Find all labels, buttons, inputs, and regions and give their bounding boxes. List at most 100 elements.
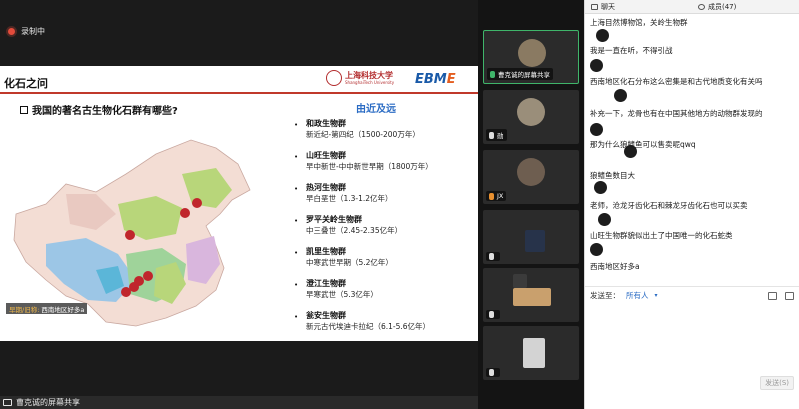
presentation-slide: 化石之问 上海科技大学 ShanghaiTech University EBME… [0,66,478,341]
participant-name: 曹克诚的屏幕共享 [498,71,550,79]
biota-name: 澄江生物群 [306,279,346,288]
biota-item: • 凯里生物群 中寒武世早期（5.2亿年） [294,244,474,276]
chevron-down-icon: ▾ [654,292,658,299]
bullet-icon: • [294,153,299,161]
fossil-site-marker [180,208,190,218]
slide-question: 我国的著名古生物化石群有哪些? [20,102,178,117]
redacted-avatar [590,123,603,136]
biota-age: 新元古代埃迪卡拉纪（6.1-5.6亿年） [306,322,431,331]
chat-message: 上海目然博物馆，关岭生物群 [590,18,688,27]
meeting-window: 录制中 化石之问 上海科技大学 ShanghaiTech University … [0,0,799,409]
participant-video [513,274,527,288]
biota-name: 罗平关岭生物群 [306,215,362,224]
redacted-avatar [596,29,609,42]
ebme-logo: EBME [415,72,456,87]
send-to-dropdown[interactable]: 所有人 [626,290,649,301]
recording-indicator[interactable]: 录制中 [8,26,45,37]
participant-label: JX [486,191,507,201]
ebme-logo-main: EBM [415,72,447,87]
chat-message: 补充一下，龙骨也有在中国其他地方的动物群发现的 [590,109,763,118]
shared-screen: 录制中 化石之问 上海科技大学 ShanghaiTech University … [0,0,478,409]
university-sub: ShanghaiTech University [345,80,395,85]
biota-item: • 瓮安生物群 新元古代埃迪卡拉纪（6.1-5.6亿年） [294,308,474,340]
chat-message: 山旺生物群貌似出土了中国唯一的化石蛇类 [590,231,733,240]
mic-muted-icon [489,131,494,139]
biota-name: 热河生物群 [306,183,346,192]
participant-label [486,310,500,319]
share-footer-label: 曹克诚的屏幕共享 [16,398,80,407]
redacted-avatar [590,243,603,256]
send-to-bar: 发送至： 所有人 ▾ [585,286,799,304]
participant-video [513,288,551,306]
participant-label [486,252,500,261]
biota-age: 中三叠世（2.45-2.35亿年） [306,226,403,235]
fossil-site-marker [125,230,135,240]
participant-avatar [517,98,545,126]
caption-text: 西南地区好多a [41,305,85,314]
chat-tabs: 聊天 成员(47) [585,0,799,14]
biota-age: 中寒武世早期（5.2亿年） [306,258,393,267]
biota-item: • 罗平关岭生物群 中三叠世（2.45-2.35亿年） [294,212,474,244]
participant-tile[interactable] [483,210,579,264]
fossil-site-marker [143,271,153,281]
biota-age: 早白垩世（1.3-1.2亿年） [306,194,393,203]
bullet-icon: • [294,121,299,129]
participant-label [486,368,500,377]
biota-name: 山旺生物群 [306,151,346,160]
biota-item: • 澄江生物群 早寒武世（5.3亿年） [294,276,474,308]
redacted-avatar [614,89,627,102]
recording-label: 录制中 [21,27,45,36]
participant-tile[interactable]: JX [483,150,579,204]
redacted-avatar [598,213,611,226]
chat-input[interactable]: 发送(S) [585,304,799,392]
question-text: 我国的著名古生物化石群有哪些? [32,106,178,117]
people-icon [698,3,705,10]
participant-avatar [518,39,546,67]
chat-message: 狼鳍鱼数目大 [590,171,635,180]
checkbox-bullet-icon [20,105,28,114]
bullet-icon: • [294,185,299,193]
participant-column: 曹克诚的屏幕共享 勋 JX [478,0,584,409]
biota-item: • 和政生物群 新近纪-第四纪（1500-200万年） [294,116,474,148]
biota-name: 瓮安生物群 [306,311,346,320]
mic-muted-icon [489,253,494,260]
redacted-avatar [594,181,607,194]
ebme-logo-accent: E [446,72,456,87]
biota-age: 新近纪-第四纪（1500-200万年） [306,130,420,139]
bullet-icon: • [294,281,299,289]
participant-name: JX [497,192,504,200]
biota-name: 和政生物群 [306,119,346,128]
biota-list: • 和政生物群 新近纪-第四纪（1500-200万年） • 山旺生物群 早中新世… [294,116,474,340]
participant-tile[interactable]: 勋 [483,90,579,144]
biota-item: • 热河生物群 早白垩世（1.3-1.2亿年） [294,180,474,212]
tab-chat[interactable]: 聊天 [585,2,692,12]
chat-panel: 聊天 成员(47) 上海目然博物馆，关岭生物群 我是一直在听，不得引战 西南地区… [584,0,799,409]
mic-muted-icon [489,311,494,318]
screenshot-icon[interactable] [785,292,794,300]
send-button[interactable]: 发送(S) [760,376,794,390]
bullet-icon: • [294,217,299,225]
chat-message: 我是一直在听，不得引战 [590,46,673,55]
participant-avatar [517,158,545,186]
participant-tile[interactable] [483,326,579,380]
tab-members-label: 成员(47) [708,2,737,11]
participant-name: 勋 [497,132,504,140]
order-label: 由近及远 [356,104,396,115]
participant-tile[interactable]: 曹克诚的屏幕共享 [483,30,579,84]
university-name: 上海科技大学 [345,71,393,80]
participant-label: 曹克诚的屏幕共享 [487,68,553,80]
biota-age: 早中新世-中中新世早期（1800万年） [306,162,433,171]
record-dot-icon [8,28,15,35]
file-icon[interactable] [768,292,777,300]
biota-name: 凯里生物群 [306,247,346,256]
university-seal-icon [326,70,342,86]
share-footer: 曹克诚的屏幕共享 [0,396,478,409]
bullet-icon: • [294,249,299,257]
caption-tag: 早期/旧称: [9,305,40,314]
slide-title: 化石之问 [4,77,48,90]
tab-members[interactable]: 成员(47) [692,2,799,12]
mic-icon [490,70,495,78]
slide-caption: 早期/旧称: 西南地区好多a [6,303,88,314]
screen-share-icon [3,399,12,406]
participant-tile[interactable] [483,268,579,322]
